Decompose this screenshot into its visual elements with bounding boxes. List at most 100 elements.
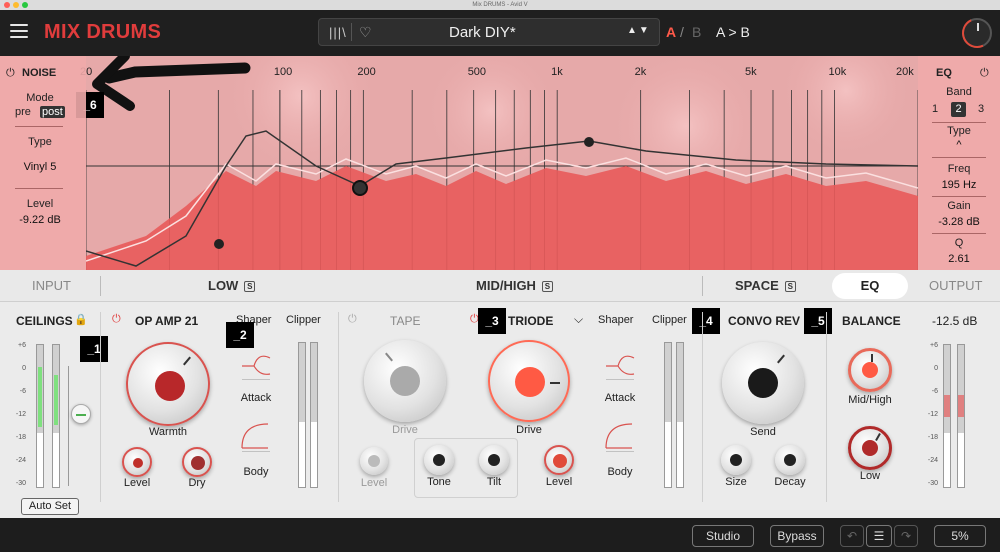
input-meter-right bbox=[52, 344, 60, 488]
size-knob[interactable] bbox=[721, 445, 751, 475]
eq-title: EQ bbox=[936, 67, 952, 79]
balance-low-knob[interactable] bbox=[848, 426, 892, 470]
triode-drive-knob[interactable] bbox=[488, 340, 570, 422]
bypass-button[interactable]: Bypass bbox=[770, 525, 824, 547]
ab-a-button[interactable]: A bbox=[666, 24, 676, 40]
body-label: Body bbox=[243, 466, 269, 478]
tab-low[interactable]: LOW S bbox=[208, 278, 256, 293]
tape-level-label: Level bbox=[360, 477, 388, 489]
meter-scale-label: +6 bbox=[930, 342, 938, 349]
noise-type-value[interactable]: Vinyl 5 bbox=[0, 161, 80, 173]
library-icon[interactable]: |||\ bbox=[329, 25, 347, 40]
preset-arrows-icon[interactable]: ▲▼ bbox=[627, 25, 651, 36]
divider bbox=[932, 233, 986, 234]
balance-low-label: Low bbox=[859, 470, 881, 482]
tab-space[interactable]: SPACE S bbox=[735, 278, 796, 293]
redo-icon[interactable]: ↷ bbox=[894, 525, 918, 547]
freq-value[interactable]: 195 Hz bbox=[918, 179, 1000, 191]
tab-midhigh[interactable]: MID/HIGH S bbox=[476, 278, 553, 293]
undo-icon[interactable]: ↶ bbox=[840, 525, 864, 547]
decay-knob[interactable] bbox=[775, 445, 805, 475]
noise-level-label: Level bbox=[26, 198, 54, 210]
solo-icon[interactable]: S bbox=[244, 281, 256, 292]
dry-knob[interactable] bbox=[182, 447, 212, 477]
warmth-knob[interactable] bbox=[126, 342, 210, 426]
clipper-label: Clipper bbox=[652, 314, 687, 326]
lock-icon[interactable]: 🔒 bbox=[74, 313, 88, 326]
dry-label: Dry bbox=[188, 477, 206, 489]
tab-input[interactable]: INPUT bbox=[32, 278, 71, 293]
menu-icon[interactable] bbox=[10, 24, 28, 38]
eq-power-icon[interactable]: ⏻ bbox=[980, 67, 989, 80]
output-meter-left bbox=[943, 344, 951, 488]
marker-4: _4 bbox=[692, 308, 720, 334]
q-value[interactable]: 2.61 bbox=[918, 253, 1000, 265]
history-list-icon[interactable]: ☰ bbox=[866, 525, 892, 547]
noise-level-value[interactable]: -9.22 dB bbox=[0, 214, 80, 226]
solo-icon[interactable]: S bbox=[541, 281, 553, 292]
chevron-down-icon[interactable]: ⌵ bbox=[574, 312, 583, 327]
band-1-button[interactable]: 1 bbox=[932, 103, 938, 115]
marker-3: _3 bbox=[478, 308, 506, 334]
body-curve-icon[interactable] bbox=[240, 420, 272, 452]
level-knob[interactable] bbox=[122, 447, 152, 477]
tape-drive-knob[interactable] bbox=[364, 340, 446, 422]
tilt-label: Tilt bbox=[486, 476, 502, 488]
heart-icon[interactable]: ♡ bbox=[359, 24, 372, 41]
input-meter-left bbox=[36, 344, 44, 488]
triode-level-knob[interactable] bbox=[544, 445, 574, 475]
meter-scale-label: 0 bbox=[934, 365, 938, 372]
power-icon[interactable]: ⏻ bbox=[348, 313, 357, 326]
balance-midhigh-knob[interactable] bbox=[848, 348, 892, 392]
gain-value[interactable]: -3.28 dB bbox=[918, 216, 1000, 228]
attack-curve-icon[interactable] bbox=[240, 348, 272, 380]
meter-scale-label: +6 bbox=[18, 342, 26, 349]
eq-type-icon[interactable]: ^ bbox=[918, 139, 1000, 151]
meter-scale-label: -24 bbox=[927, 457, 938, 464]
tape-level-knob[interactable] bbox=[360, 447, 388, 475]
band-3-button[interactable]: 3 bbox=[978, 103, 984, 115]
body-curve-icon[interactable] bbox=[604, 420, 636, 452]
meter-scale-label: -18 bbox=[927, 434, 938, 441]
auto-set-button[interactable]: Auto Set bbox=[21, 498, 79, 515]
opamp-title: OP AMP 21 bbox=[135, 314, 199, 328]
eq-band-2-handle[interactable] bbox=[352, 180, 368, 196]
freq-axis-label: 500 bbox=[467, 66, 487, 78]
tone-knob[interactable] bbox=[424, 445, 454, 475]
ab-copy-button[interactable]: A > B bbox=[716, 24, 750, 40]
tab-output[interactable]: OUTPUT bbox=[929, 278, 982, 293]
band-2-button[interactable]: 2 bbox=[951, 102, 966, 117]
master-knob[interactable] bbox=[957, 13, 997, 53]
meter-scale-label: -6 bbox=[931, 388, 938, 395]
window-title-bar: Mix DRUMS - Avid V bbox=[0, 0, 1000, 10]
attack-curve-icon[interactable] bbox=[604, 348, 636, 380]
ceilings-title: CEILINGS bbox=[16, 314, 73, 328]
divider bbox=[351, 23, 352, 41]
footer-bar: Studio Bypass ↶ ☰ ↷ 5% bbox=[0, 518, 1000, 552]
send-label: Send bbox=[750, 426, 776, 438]
tab-eq[interactable]: EQ bbox=[832, 273, 908, 299]
body-label: Body bbox=[607, 466, 633, 478]
mode-pre[interactable]: pre bbox=[15, 106, 31, 118]
power-icon[interactable]: ⏻ bbox=[6, 67, 15, 80]
eq-band-3-handle[interactable] bbox=[584, 137, 594, 147]
convo-rev-title: CONVO REV bbox=[728, 314, 801, 328]
power-icon[interactable]: ⏻ bbox=[112, 313, 121, 326]
ab-b-button[interactable]: B bbox=[692, 24, 701, 40]
marker-2: _2 bbox=[226, 322, 254, 348]
solo-icon[interactable]: S bbox=[784, 281, 796, 292]
eq-band-1-handle[interactable] bbox=[214, 239, 224, 249]
zoom-level[interactable]: 5% bbox=[934, 525, 986, 547]
send-knob[interactable] bbox=[722, 342, 804, 424]
studio-button[interactable]: Studio bbox=[692, 525, 754, 547]
ceiling-slider-handle[interactable] bbox=[71, 404, 91, 424]
freq-axis-label: 2k bbox=[634, 66, 647, 78]
mode-post[interactable]: post bbox=[40, 106, 65, 118]
tilt-knob[interactable] bbox=[479, 445, 509, 475]
noise-panel: ⏻ NOISE Mode pre post Type Vinyl 5 Level… bbox=[0, 56, 86, 270]
window-title: Mix DRUMS - Avid V bbox=[472, 2, 528, 8]
preset-name[interactable]: Dark DIY* bbox=[449, 24, 516, 41]
noise-title: NOISE bbox=[22, 67, 57, 79]
preset-browser[interactable]: |||\ ♡ Dark DIY* ▲▼ bbox=[318, 18, 660, 46]
spectrum-display[interactable]: 20 100 200 500 1k 2k 5k 10k 20k _6 ⏻ NOISE Mode … bbox=[0, 56, 1000, 270]
